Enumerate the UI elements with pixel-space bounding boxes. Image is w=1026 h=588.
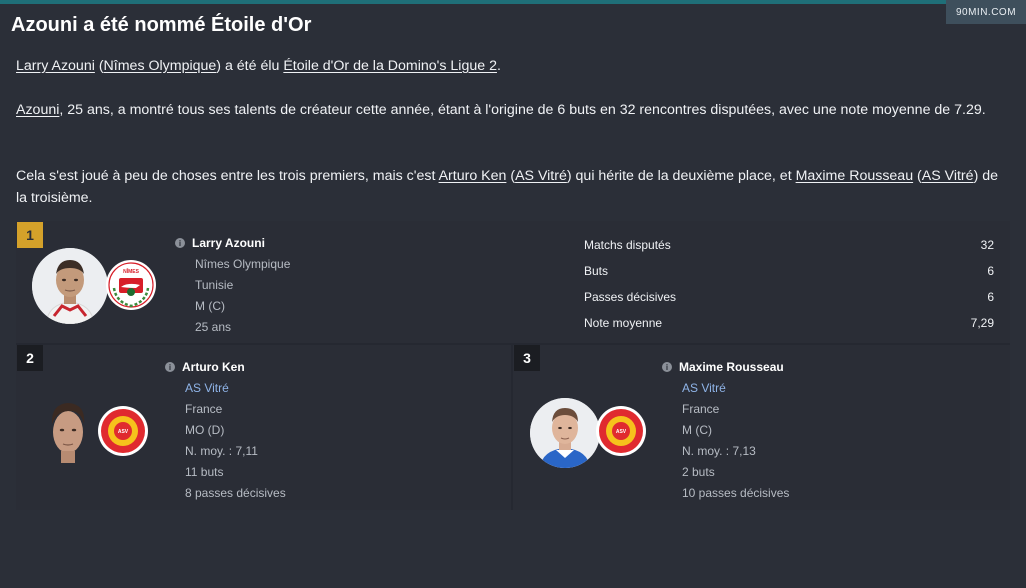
third-nationality: France	[682, 402, 720, 416]
stat-value: 32	[980, 238, 994, 252]
second-goals: 11 buts	[185, 465, 224, 479]
article-paragraph-3: Cela s'est joué à peu de choses entre le…	[16, 165, 1010, 209]
text-fragment: .	[496, 58, 501, 74]
text-fragment: ) qui hérite de la deuxième place, et	[566, 168, 796, 184]
info-icon[interactable]: i	[662, 362, 672, 372]
second-position: MO (D)	[185, 423, 225, 437]
stat-label: Note moyenne	[584, 316, 663, 330]
second-nationality: France	[185, 402, 223, 416]
winner-age: 25 ans	[195, 320, 232, 334]
stat-row: Buts 6	[584, 258, 994, 284]
stat-label: Matchs disputés	[584, 238, 671, 252]
club-badge-vitre[interactable]: ASV	[98, 406, 148, 456]
stat-label: Passes décisives	[584, 290, 677, 304]
text-fragment: (	[913, 168, 922, 184]
rank-badge-3: 3	[514, 345, 540, 371]
club-link-vitre-1[interactable]: AS Vitré	[515, 168, 567, 184]
winner-name-row[interactable]: i Larry Azouni	[175, 236, 265, 250]
text-fragment: (	[506, 168, 516, 184]
stat-label: Buts	[584, 264, 609, 278]
article-paragraph-1: Larry Azouni (Nîmes Olympique) a été élu…	[16, 55, 1010, 77]
text-fragment: Cela s'est joué à peu de choses entre le…	[16, 168, 439, 184]
site-watermark: 90MIN.COM	[946, 0, 1026, 24]
stat-value: 6	[987, 290, 994, 304]
svg-text:NÎMES: NÎMES	[123, 267, 140, 275]
text-fragment: ) a été élu	[216, 58, 284, 74]
vitre-crest-icon: ASV	[596, 406, 646, 456]
third-name-row[interactable]: i Maxime Rousseau	[662, 360, 784, 374]
award-link[interactable]: Étoile d'Or de la Domino's Ligue 2	[283, 58, 497, 74]
stat-row: Note moyenne 7,29	[584, 310, 994, 336]
svg-text:ASV: ASV	[118, 429, 129, 435]
svg-text:ASV: ASV	[616, 429, 627, 435]
winner-stats-table: Matchs disputés 32 Buts 6 Passes décisiv…	[584, 232, 994, 336]
winner-position: M (C)	[195, 299, 225, 313]
info-icon[interactable]: i	[165, 362, 175, 372]
crocodile-crest-icon: NÎMES	[106, 260, 156, 310]
third-name[interactable]: Maxime Rousseau	[679, 360, 784, 374]
text-fragment: , 25 ans, a montré tous ses talents de c…	[59, 102, 986, 118]
text-fragment: (	[94, 58, 104, 74]
player-link-azouni-short[interactable]: Azouni	[16, 102, 59, 118]
player-avatar[interactable]	[32, 248, 108, 324]
winner-nationality: Tunisie	[195, 278, 234, 292]
winner-club: Nîmes Olympique	[195, 257, 291, 271]
stat-row: Passes décisives 6	[584, 284, 994, 310]
second-club-link[interactable]: AS Vitré	[185, 381, 229, 395]
third-club-link[interactable]: AS Vitré	[682, 381, 726, 395]
face-icon	[32, 248, 108, 324]
top-accent-line	[0, 0, 1026, 4]
info-icon[interactable]: i	[175, 238, 185, 248]
third-rating: N. moy. : 7,13	[682, 444, 756, 458]
stat-value: 6	[987, 264, 994, 278]
rank-badge-2: 2	[17, 345, 43, 371]
winner-name[interactable]: Larry Azouni	[192, 236, 265, 250]
club-badge-vitre[interactable]: ASV	[596, 406, 646, 456]
player-link-rousseau[interactable]: Maxime Rousseau	[796, 168, 914, 184]
club-link-nimes[interactable]: Nîmes Olympique	[104, 58, 217, 74]
face-icon	[51, 403, 85, 463]
second-assists: 8 passes décisives	[185, 486, 286, 500]
third-assists: 10 passes décisives	[682, 486, 790, 500]
vitre-crest-icon: ASV	[98, 406, 148, 456]
face-icon	[530, 398, 600, 468]
player-avatar[interactable]	[530, 398, 600, 468]
second-rating: N. moy. : 7,11	[185, 444, 258, 458]
second-name[interactable]: Arturo Ken	[182, 360, 245, 374]
third-goals: 2 buts	[682, 465, 715, 479]
article-paragraph-2: Azouni, 25 ans, a montré tous ses talent…	[16, 99, 1010, 121]
stat-value: 7,29	[970, 316, 994, 330]
third-position: M (C)	[682, 423, 712, 437]
club-link-vitre-2[interactable]: AS Vitré	[922, 168, 974, 184]
stat-row: Matchs disputés 32	[584, 232, 994, 258]
club-badge-nimes[interactable]: NÎMES	[106, 260, 156, 310]
rank-badge-1: 1	[17, 222, 43, 248]
page-title: Azouni a été nommé Étoile d'Or	[11, 14, 312, 36]
player-avatar[interactable]	[31, 396, 105, 470]
player-link-ken[interactable]: Arturo Ken	[439, 168, 507, 184]
player-link-azouni[interactable]: Larry Azouni	[16, 58, 95, 74]
second-name-row[interactable]: i Arturo Ken	[165, 360, 245, 374]
